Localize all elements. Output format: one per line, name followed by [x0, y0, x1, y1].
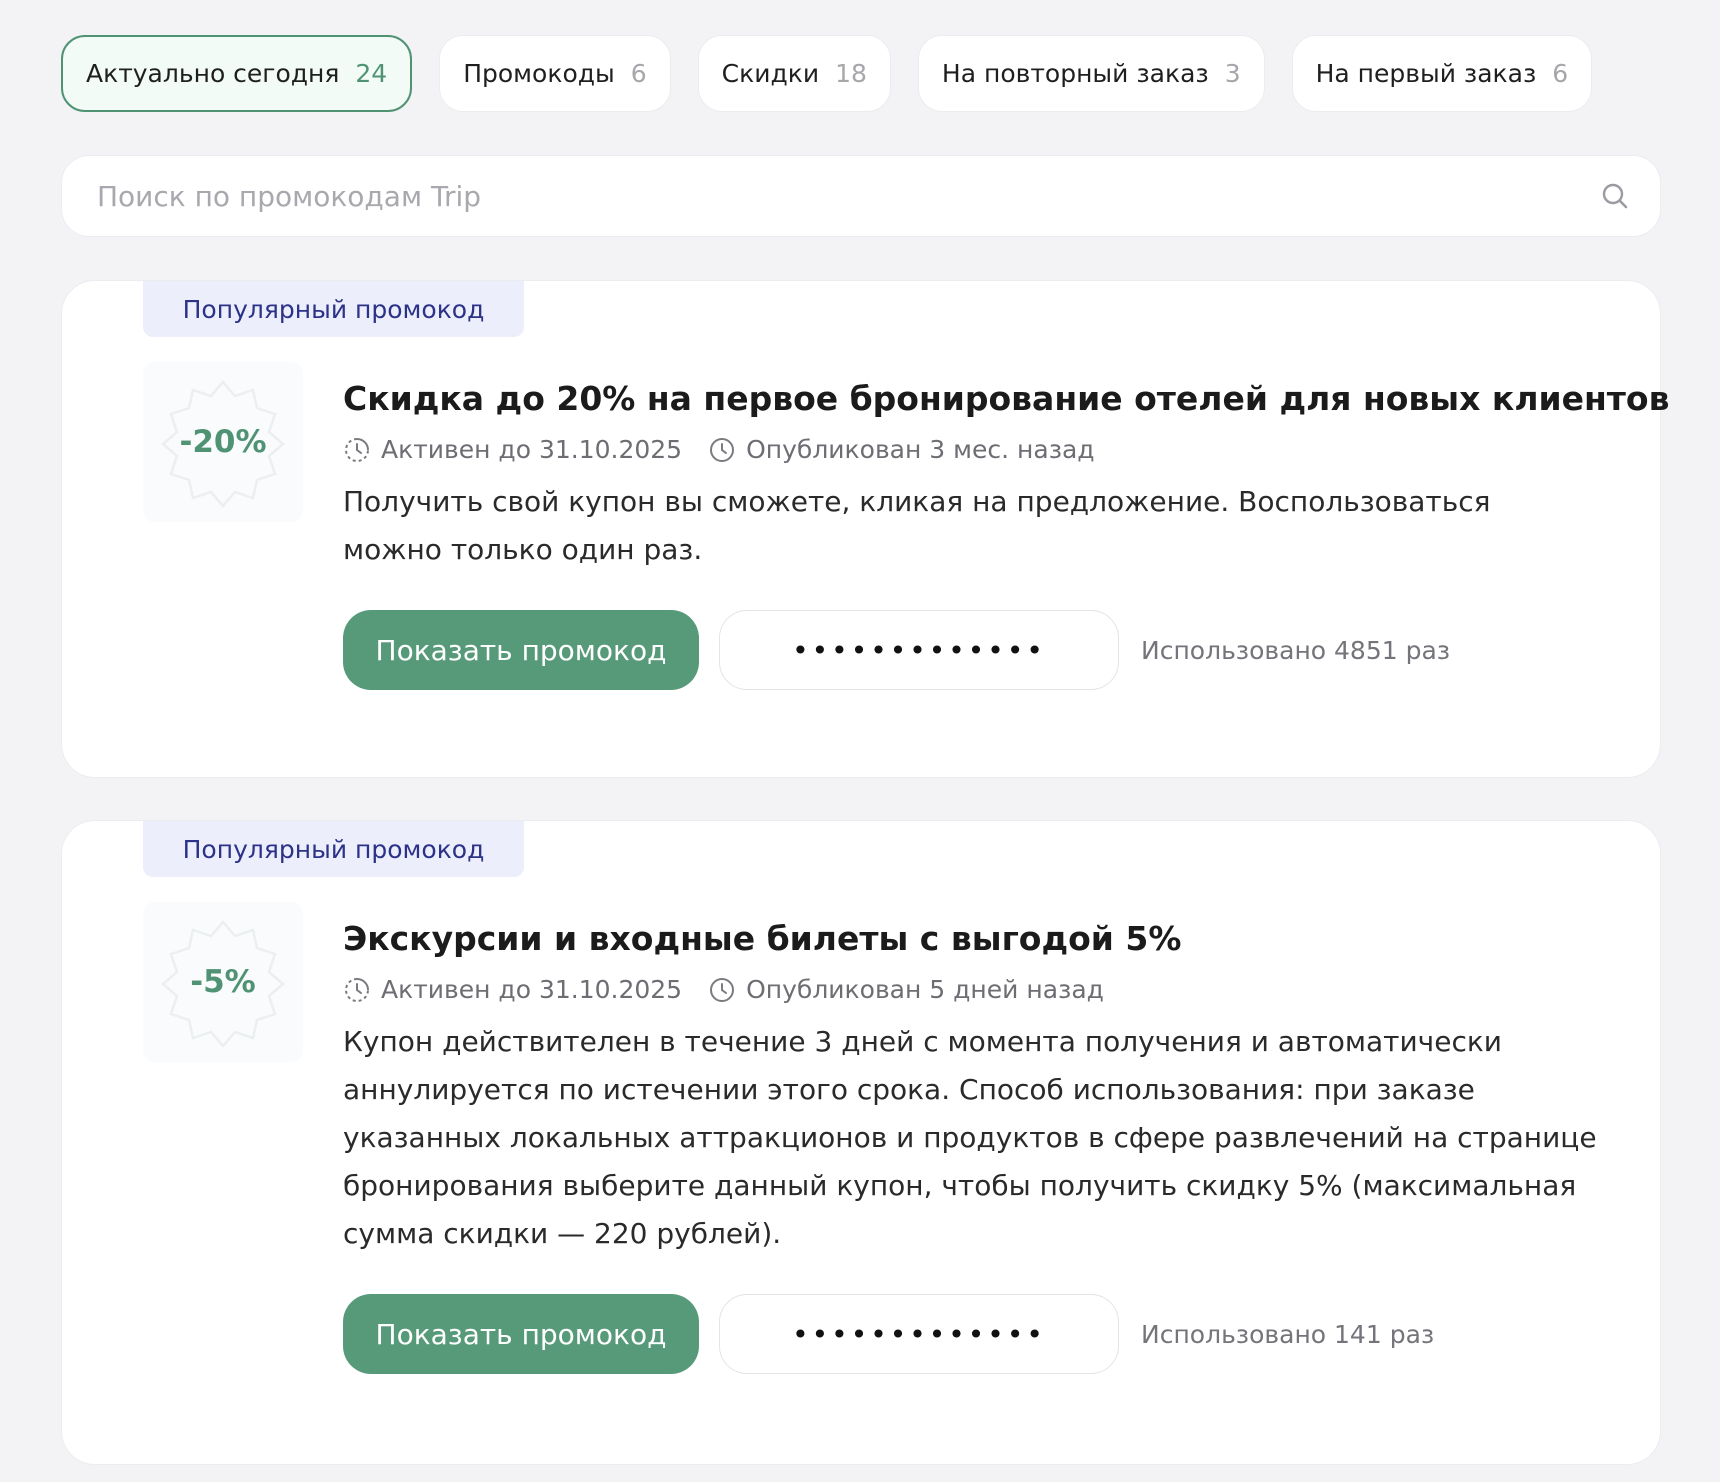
promo-title: Скидка до 20% на первое бронирование оте…: [343, 379, 1670, 418]
tab-count: 3: [1224, 59, 1241, 88]
clock-icon: [710, 977, 735, 1002]
promo-card: Популярный промокод -20% Скидка до 20% н…: [61, 280, 1670, 778]
promo-meta: Активен до 31.10.2025 Опубликован 3 мес.…: [343, 435, 1600, 464]
usage-count: Использовано 4851 раз: [1141, 635, 1451, 665]
promo-actions: Показать промокод ••••••••••••• Использо…: [343, 1294, 1600, 1374]
masked-code[interactable]: •••••••••••••: [719, 610, 1119, 690]
search-bar: [61, 155, 1661, 237]
active-until-text: Активен до 31.10.2025: [381, 975, 683, 1004]
promo-card: Популярный промокод -5% Экскурсии и вход…: [61, 820, 1661, 1465]
tab-count: 6: [630, 59, 647, 88]
tab-label: Актуально сегодня: [86, 59, 340, 88]
promo-title: Экскурсии и входные билеты с выгодой 5%: [343, 919, 1182, 958]
promo-meta: Активен до 31.10.2025 Опубликован 5 дней…: [343, 975, 1600, 1004]
discount-value: -5%: [190, 964, 256, 1000]
active-until-text: Активен до 31.10.2025: [381, 435, 683, 464]
tab-count: 18: [835, 59, 867, 88]
promo-description: Получить свой купон вы сможете, кликая н…: [343, 478, 1600, 574]
description-line: аннулируется по истечении этого срока. С…: [343, 1073, 1475, 1106]
timer-icon: [345, 437, 369, 462]
promo-content: Скидка до 20% на первое бронирование оте…: [343, 377, 1670, 690]
description-line: Получить свой купон вы сможете, кликая н…: [343, 485, 1491, 518]
tab-label: На повторный заказ: [941, 59, 1209, 88]
description-line: указанных локальных аттракционов и проду…: [343, 1121, 1597, 1154]
tab-first-order[interactable]: На первый заказ 6: [1291, 35, 1593, 112]
tab-label: Скидки: [721, 59, 820, 88]
published-text: Опубликован 5 дней назад: [746, 975, 1104, 1004]
promo-actions: Показать промокод ••••••••••••• Использо…: [343, 610, 1600, 690]
tab-label: На первый заказ: [1315, 59, 1537, 88]
tab-repeat-order[interactable]: На повторный заказ 3: [917, 35, 1265, 112]
published: Опубликован 5 дней назад: [708, 975, 1104, 1004]
published-text: Опубликован 3 мес. назад: [746, 435, 1095, 464]
published: Опубликован 3 мес. назад: [708, 435, 1095, 464]
clock-icon: [710, 437, 735, 462]
popular-badge: Популярный промокод: [143, 281, 524, 337]
search-icon[interactable]: [1600, 181, 1630, 211]
masked-code[interactable]: •••••••••••••: [719, 1294, 1119, 1374]
active-until: Активен до 31.10.2025: [343, 435, 682, 464]
promo-description: Купон действителен в течение 3 дней с мо…: [343, 1018, 1600, 1258]
tab-discounts[interactable]: Скидки 18: [697, 35, 891, 112]
show-promocode-button[interactable]: Показать промокод: [343, 1294, 699, 1374]
active-until: Активен до 31.10.2025: [343, 975, 682, 1004]
description-line: сумма скидки — 220 рублей).: [343, 1217, 782, 1250]
discount-value: -20%: [179, 424, 267, 460]
popular-badge: Популярный промокод: [143, 821, 524, 877]
discount-tile: -20%: [143, 362, 303, 522]
description-line: бронирования выберите данный купон, чтоб…: [343, 1169, 1577, 1202]
description-line: можно только один раз.: [343, 533, 703, 566]
promo-content: Экскурсии и входные билеты с выгодой 5% …: [343, 917, 1600, 1374]
filter-tabs: Актуально сегодня 24 Промокоды 6 Скидки …: [61, 35, 1593, 112]
tab-label: Промокоды: [463, 59, 615, 88]
usage-count: Использовано 141 раз: [1141, 1319, 1435, 1349]
discount-tile: -5%: [143, 902, 303, 1062]
show-promocode-button[interactable]: Показать промокод: [343, 610, 699, 690]
description-line: Купон действителен в течение 3 дней с мо…: [343, 1025, 1502, 1058]
tab-today[interactable]: Актуально сегодня 24: [61, 35, 413, 112]
timer-icon: [345, 977, 369, 1002]
tab-promocodes[interactable]: Промокоды 6: [439, 35, 671, 112]
search-input[interactable]: [95, 178, 1600, 214]
tab-count: 6: [1552, 59, 1569, 88]
tab-count: 24: [355, 59, 388, 88]
